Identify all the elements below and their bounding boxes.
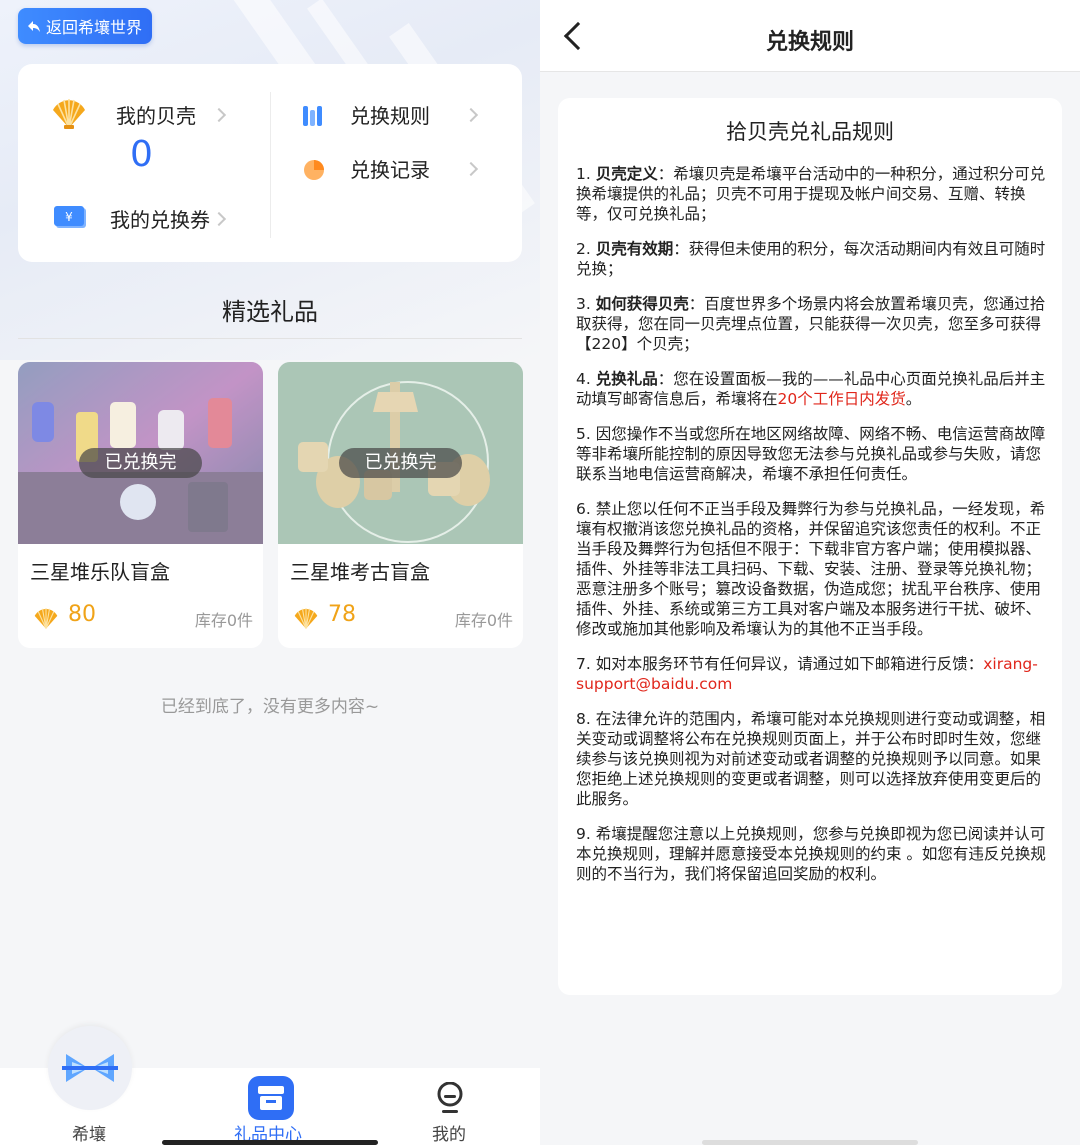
rule-item: 3. 如何获得贝壳：百度世界多个场景内将会放置希壤贝壳，您通过拾取获得，您在同一…	[576, 294, 1046, 354]
home-indicator	[162, 1140, 378, 1145]
gift-card[interactable]: 已兑换完 三星堆乐队盲盒 80 库存0件	[18, 362, 263, 648]
rule-number: 8.	[576, 710, 596, 728]
rule-number: 5.	[576, 425, 596, 443]
chevron-right-icon	[211, 211, 227, 226]
rule-item: 6. 禁止您以任何不正当手段及舞弊行为参与兑换礼品，一经发现，希壤有权撤消该您兑…	[576, 499, 1046, 639]
rule-text: 禁止您以任何不正当手段及舞弊行为参与兑换礼品，一经发现，希壤有权撤消该您兑换礼品…	[576, 500, 1046, 638]
rule-item: 2. 贝壳有效期：获得但未使用的积分，每次活动期间内有效且可随时兑换；	[576, 239, 1046, 279]
svg-text:¥: ¥	[65, 210, 73, 224]
rule-number: 6.	[576, 500, 596, 518]
rule-tail: 。	[905, 390, 922, 408]
chevron-right-icon	[211, 107, 227, 122]
gift-price: 78	[328, 602, 356, 627]
profile-icon	[437, 1082, 463, 1113]
tab-xirang[interactable]: 希壤	[72, 1120, 106, 1145]
rules-screen: 兑换规则 拾贝壳兑礼品规则 1. 贝壳定义：希壤贝壳是希壤平台活动中的一种积分，…	[540, 0, 1080, 1145]
rule-heading: 贝壳定义	[595, 165, 658, 183]
rule-item: 1. 贝壳定义：希壤贝壳是希壤平台活动中的一种积分，通过积分可兑换希壤提供的礼品…	[576, 164, 1046, 224]
card-divider	[270, 92, 271, 238]
gift-card[interactable]: 已兑换完 三星堆考古盲盒 78 库存0件	[278, 362, 523, 648]
gift-name: 三星堆考古盲盒	[290, 560, 430, 584]
rule-heading: 如何获得贝壳	[595, 295, 689, 313]
rules-card: 拾贝壳兑礼品规则 1. 贝壳定义：希壤贝壳是希壤平台活动中的一种积分，通过积分可…	[558, 98, 1062, 995]
rule-heading: 贝壳有效期	[595, 240, 674, 258]
xirang-tab-button[interactable]	[48, 1026, 132, 1110]
rule-text: 希壤提醒您注意以上兑换规则，您参与兑换即视为您已阅读并认可本兑换规则，理解并愿意…	[576, 825, 1046, 883]
chevron-right-icon	[463, 107, 479, 122]
shell-icon	[294, 608, 318, 629]
gift-image: 已兑换完	[18, 362, 263, 544]
delivery-highlight: 20个工作日内发货	[777, 390, 906, 408]
exchange-rules-label: 兑换规则	[350, 104, 430, 128]
rule-number: 9.	[576, 825, 596, 843]
rule-item: 4. 兑换礼品：您在设置面板—我的——礼品中心页面兑换礼品后并主动填写邮寄信息后…	[576, 369, 1046, 409]
rule-text: 如对本服务环节有任何异议，请通过如下邮箱进行反馈：	[595, 655, 984, 673]
rule-number: 4.	[576, 370, 596, 388]
rule-number: 2.	[576, 240, 596, 258]
rules-title: 拾贝壳兑礼品规则	[726, 120, 894, 144]
sold-out-badge: 已兑换完	[79, 448, 202, 478]
my-vouchers-label: 我的兑换券	[110, 208, 210, 232]
records-icon	[304, 160, 324, 180]
my-shells-label: 我的贝壳	[116, 104, 196, 128]
rules-icon	[303, 106, 322, 126]
gift-stock: 库存0件	[454, 611, 513, 630]
featured-gifts-title: 精选礼品	[222, 298, 318, 326]
rule-item: 7. 如对本服务环节有任何异议，请通过如下邮箱进行反馈：xirang-suppo…	[576, 654, 1046, 694]
gift-center-screen: 返回希壤世界 我的贝壳 0 ¥ 我的兑换券 兑换规则 兑换记录 精选礼品 已兑换…	[0, 0, 540, 1145]
page-title: 兑换规则	[765, 30, 854, 55]
exchange-rules-link[interactable]: 兑换规则	[350, 100, 479, 129]
back-arrow-icon	[28, 21, 40, 32]
section-divider	[18, 338, 522, 339]
rules-body: 1. 贝壳定义：希壤贝壳是希壤平台活动中的一种积分，通过积分可兑换希壤提供的礼品…	[576, 164, 1046, 899]
my-shells-link[interactable]: 我的贝壳	[116, 100, 227, 129]
gift-price: 80	[68, 602, 96, 627]
rule-text: 因您操作不当或您所在地区网络故障、网络不畅、电信运营商故障等非希壤所能控制的原因…	[576, 425, 1046, 483]
sold-out-badge: 已兑换完	[339, 448, 462, 478]
home-indicator	[702, 1140, 918, 1145]
exchange-records-label: 兑换记录	[350, 158, 430, 182]
voucher-icon: ¥	[54, 206, 86, 228]
rule-number: 7.	[576, 655, 596, 673]
shell-icon	[53, 99, 85, 129]
rule-number: 3.	[576, 295, 596, 313]
xirang-logo-icon	[62, 1054, 118, 1082]
rule-text: 在法律允许的范围内，希壤可能对本兑换规则进行变动或调整，相关变动或调整将公布在兑…	[576, 710, 1046, 808]
tab-mine[interactable]: 我的	[432, 1120, 466, 1145]
end-of-list-note: 已经到底了，没有更多内容~	[160, 697, 380, 717]
shell-icon	[34, 608, 58, 629]
my-vouchers-link[interactable]: 我的兑换券	[110, 204, 227, 233]
gift-name: 三星堆乐队盲盒	[30, 560, 170, 584]
chevron-right-icon	[463, 161, 479, 176]
back-button-label: 返回希壤世界	[46, 18, 143, 37]
rule-item: 5. 因您操作不当或您所在地区网络故障、网络不畅、电信运营商故障等非希壤所能控制…	[576, 424, 1046, 484]
rule-item: 8. 在法律允许的范围内，希壤可能对本兑换规则进行变动或调整，相关变动或调整将公…	[576, 709, 1046, 809]
back-to-world-button[interactable]: 返回希壤世界	[18, 8, 153, 44]
gift-stock: 库存0件	[194, 611, 253, 630]
rule-heading: 兑换礼品	[595, 370, 658, 388]
gift-center-icon	[248, 1076, 294, 1120]
exchange-records-link[interactable]: 兑换记录	[350, 154, 479, 183]
shells-count: 0	[130, 134, 153, 175]
gift-image: 已兑换完	[278, 362, 523, 544]
rule-number: 1.	[576, 165, 596, 183]
rule-item: 9. 希壤提醒您注意以上兑换规则，您参与兑换即视为您已阅读并认可本兑换规则，理解…	[576, 824, 1046, 884]
rules-header: 兑换规则	[540, 0, 1080, 72]
